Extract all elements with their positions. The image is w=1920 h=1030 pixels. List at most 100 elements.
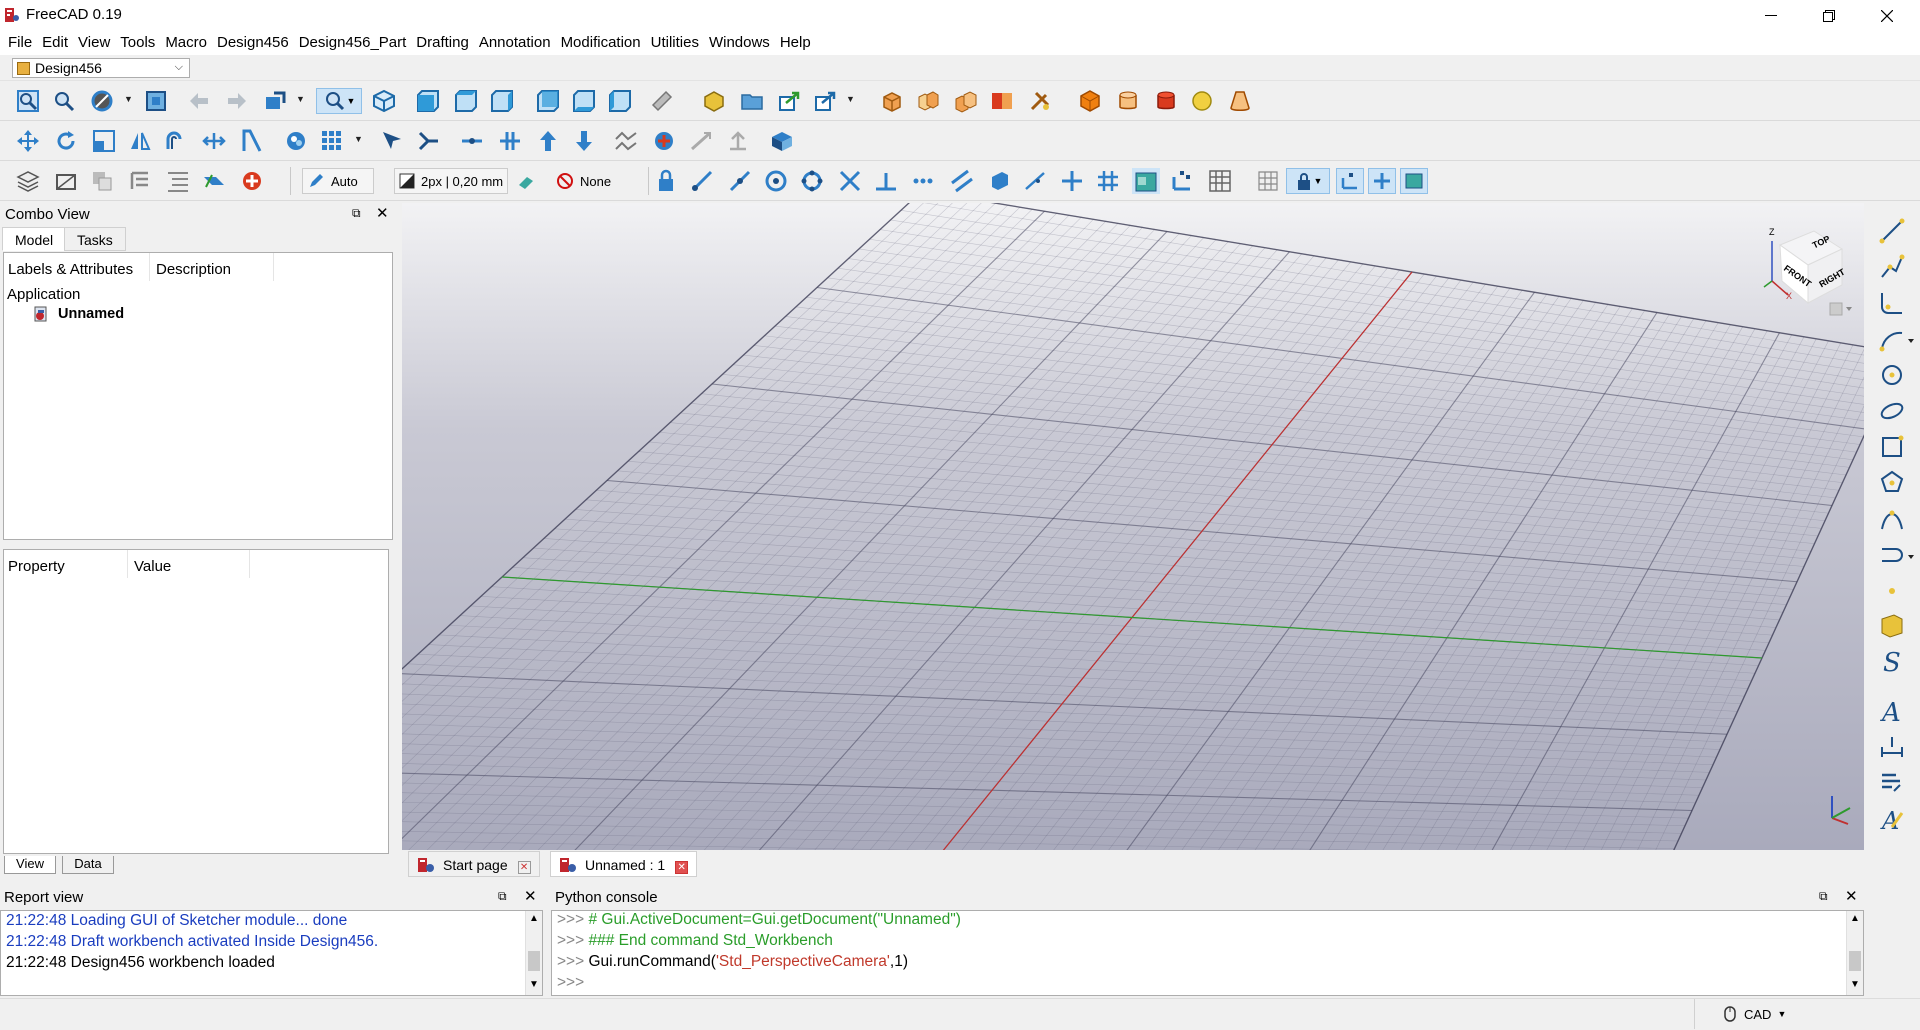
make-link-button[interactable] (776, 88, 804, 114)
forward-button[interactable] (222, 88, 250, 114)
menu-annotation[interactable]: Annotation (475, 31, 557, 55)
snap-center-button[interactable] (762, 168, 790, 194)
fit-all-button[interactable] (14, 88, 42, 114)
back-button[interactable] (186, 88, 214, 114)
stretch-button[interactable] (200, 128, 228, 154)
create-part-button[interactable] (700, 88, 728, 114)
rotate-button[interactable] (52, 128, 80, 154)
snap-ortho-button[interactable] (1058, 168, 1086, 194)
autogroup-icon-button[interactable] (512, 168, 540, 194)
property-column-property[interactable]: Property (4, 550, 128, 578)
view-left-button[interactable] (606, 88, 634, 114)
part-section-button[interactable] (1026, 88, 1054, 114)
link-navigation-button[interactable] (262, 88, 290, 114)
tab-unnamed[interactable]: Unnamed : 1 ✕ (550, 851, 698, 877)
snap-dimensions-button[interactable] (1168, 168, 1196, 194)
python-console[interactable]: >>> # Gui.ActiveDocument=Gui.getDocument… (551, 910, 1864, 996)
view-isometric-button[interactable] (370, 88, 398, 114)
view-bottom-button[interactable] (570, 88, 598, 114)
minimize-button[interactable] (1742, 0, 1800, 31)
facebinder-icon[interactable]: S (1878, 647, 1906, 675)
create-group-button[interactable] (738, 88, 766, 114)
close-panel-icon[interactable]: ✕ (524, 887, 537, 905)
console-scrollbar[interactable]: ▲ ▼ (1846, 911, 1863, 995)
link-actions-button[interactable] (812, 88, 840, 114)
tab-view[interactable]: View (4, 856, 56, 874)
flip-dimension-button[interactable] (688, 128, 716, 154)
3d-viewport[interactable]: TOP FRONT RIGHT Z X (402, 203, 1864, 850)
autogroup-button[interactable]: None (556, 168, 618, 194)
sketch-shapestring-icon[interactable] (1878, 611, 1906, 639)
menu-design456-part[interactable]: Design456_Part (295, 31, 413, 55)
part-union-button[interactable] (952, 88, 980, 114)
scroll-down-icon[interactable]: ▼ (1850, 979, 1860, 990)
float-panel-icon[interactable]: ⧉ (498, 889, 507, 904)
primitive-cone-button[interactable] (1226, 88, 1254, 114)
snap-angle-button[interactable] (798, 168, 826, 194)
navigation-style-selector[interactable]: CAD ▼ (1724, 1006, 1786, 1022)
tab-start-page[interactable]: Start page ✕ (408, 851, 540, 877)
working-plane-proxy-button[interactable] (768, 128, 796, 154)
primitive-red-cylinder-button[interactable] (1152, 88, 1180, 114)
toggle-grid-button[interactable] (1206, 168, 1234, 194)
link-actions-dropdown-icon[interactable]: ▼ (846, 94, 855, 104)
menu-help[interactable]: Help (776, 31, 817, 55)
mirror-button[interactable] (126, 128, 154, 154)
apply-style-button[interactable] (238, 168, 266, 194)
snap-plane-toggle[interactable] (1400, 168, 1428, 194)
text-icon[interactable]: A (1878, 697, 1906, 725)
snap-grid-button[interactable] (1094, 168, 1122, 194)
array-dropdown-icon[interactable]: ▼ (354, 134, 363, 144)
primitive-sphere-button[interactable] (1188, 88, 1216, 114)
tree-column-description[interactable]: Description (152, 253, 274, 281)
sketch-rectangle-icon[interactable] (1878, 433, 1906, 461)
offset-button[interactable] (162, 128, 190, 154)
primitive-cube-button[interactable] (1076, 88, 1104, 114)
float-panel-icon[interactable]: ⧉ (1819, 889, 1828, 904)
snap-lock-dropdown[interactable]: ▼ (1286, 168, 1330, 194)
snap-intersection-button[interactable] (836, 168, 864, 194)
fit-selection-button[interactable] (50, 88, 78, 114)
menu-design456[interactable]: Design456 (213, 31, 295, 55)
snap-near-button[interactable] (1022, 168, 1050, 194)
menu-macro[interactable]: Macro (161, 31, 213, 55)
link-navigation-dropdown-icon[interactable]: ▼ (296, 94, 305, 104)
menu-modification[interactable]: Modification (557, 31, 647, 55)
tab-model[interactable]: Model (2, 227, 67, 251)
tab-data[interactable]: Data (62, 856, 114, 874)
snap-dimension-toggle[interactable] (1336, 168, 1364, 194)
annotation-style-icon[interactable]: A (1878, 805, 1906, 833)
part-box-button[interactable] (878, 88, 906, 114)
menu-edit[interactable]: Edit (38, 31, 74, 55)
scale-button[interactable] (90, 128, 118, 154)
menu-tools[interactable]: Tools (116, 31, 161, 55)
split-button[interactable] (496, 128, 524, 154)
sketch-slot-icon[interactable] (1878, 541, 1916, 569)
scroll-up-icon[interactable]: ▲ (1850, 913, 1860, 924)
close-tab-icon[interactable]: ✕ (675, 861, 689, 874)
primitive-cylinder-button[interactable] (1114, 88, 1142, 114)
close-button[interactable] (1858, 0, 1916, 31)
scroll-thumb[interactable] (1849, 951, 1861, 971)
tree-item-document[interactable]: Unnamed (32, 305, 124, 323)
part-cut-button[interactable] (988, 88, 1016, 114)
sketch-bspline-icon[interactable] (1878, 505, 1906, 533)
property-column-value[interactable]: Value (130, 550, 250, 578)
upgrade-button[interactable] (534, 128, 562, 154)
set-working-plane-button[interactable] (52, 168, 80, 194)
float-panel-icon[interactable]: ⧉ (352, 206, 361, 221)
snap-ortho-toggle[interactable] (1368, 168, 1396, 194)
menu-windows[interactable]: Windows (705, 31, 776, 55)
trimex-button[interactable] (238, 128, 266, 154)
bounding-box-button[interactable] (142, 88, 170, 114)
sketch-circle-icon[interactable] (1878, 361, 1906, 389)
sketch-arc-icon[interactable] (1878, 325, 1916, 353)
add-to-group-button[interactable] (126, 168, 154, 194)
downgrade-button[interactable] (570, 128, 598, 154)
snap-special-button[interactable] (986, 168, 1014, 194)
sketch-polyline-icon[interactable] (1878, 253, 1906, 281)
tab-tasks[interactable]: Tasks (64, 227, 126, 251)
scroll-up-icon[interactable]: ▲ (529, 913, 539, 924)
view-right-button[interactable] (488, 88, 516, 114)
menu-drafting[interactable]: Drafting (412, 31, 475, 55)
